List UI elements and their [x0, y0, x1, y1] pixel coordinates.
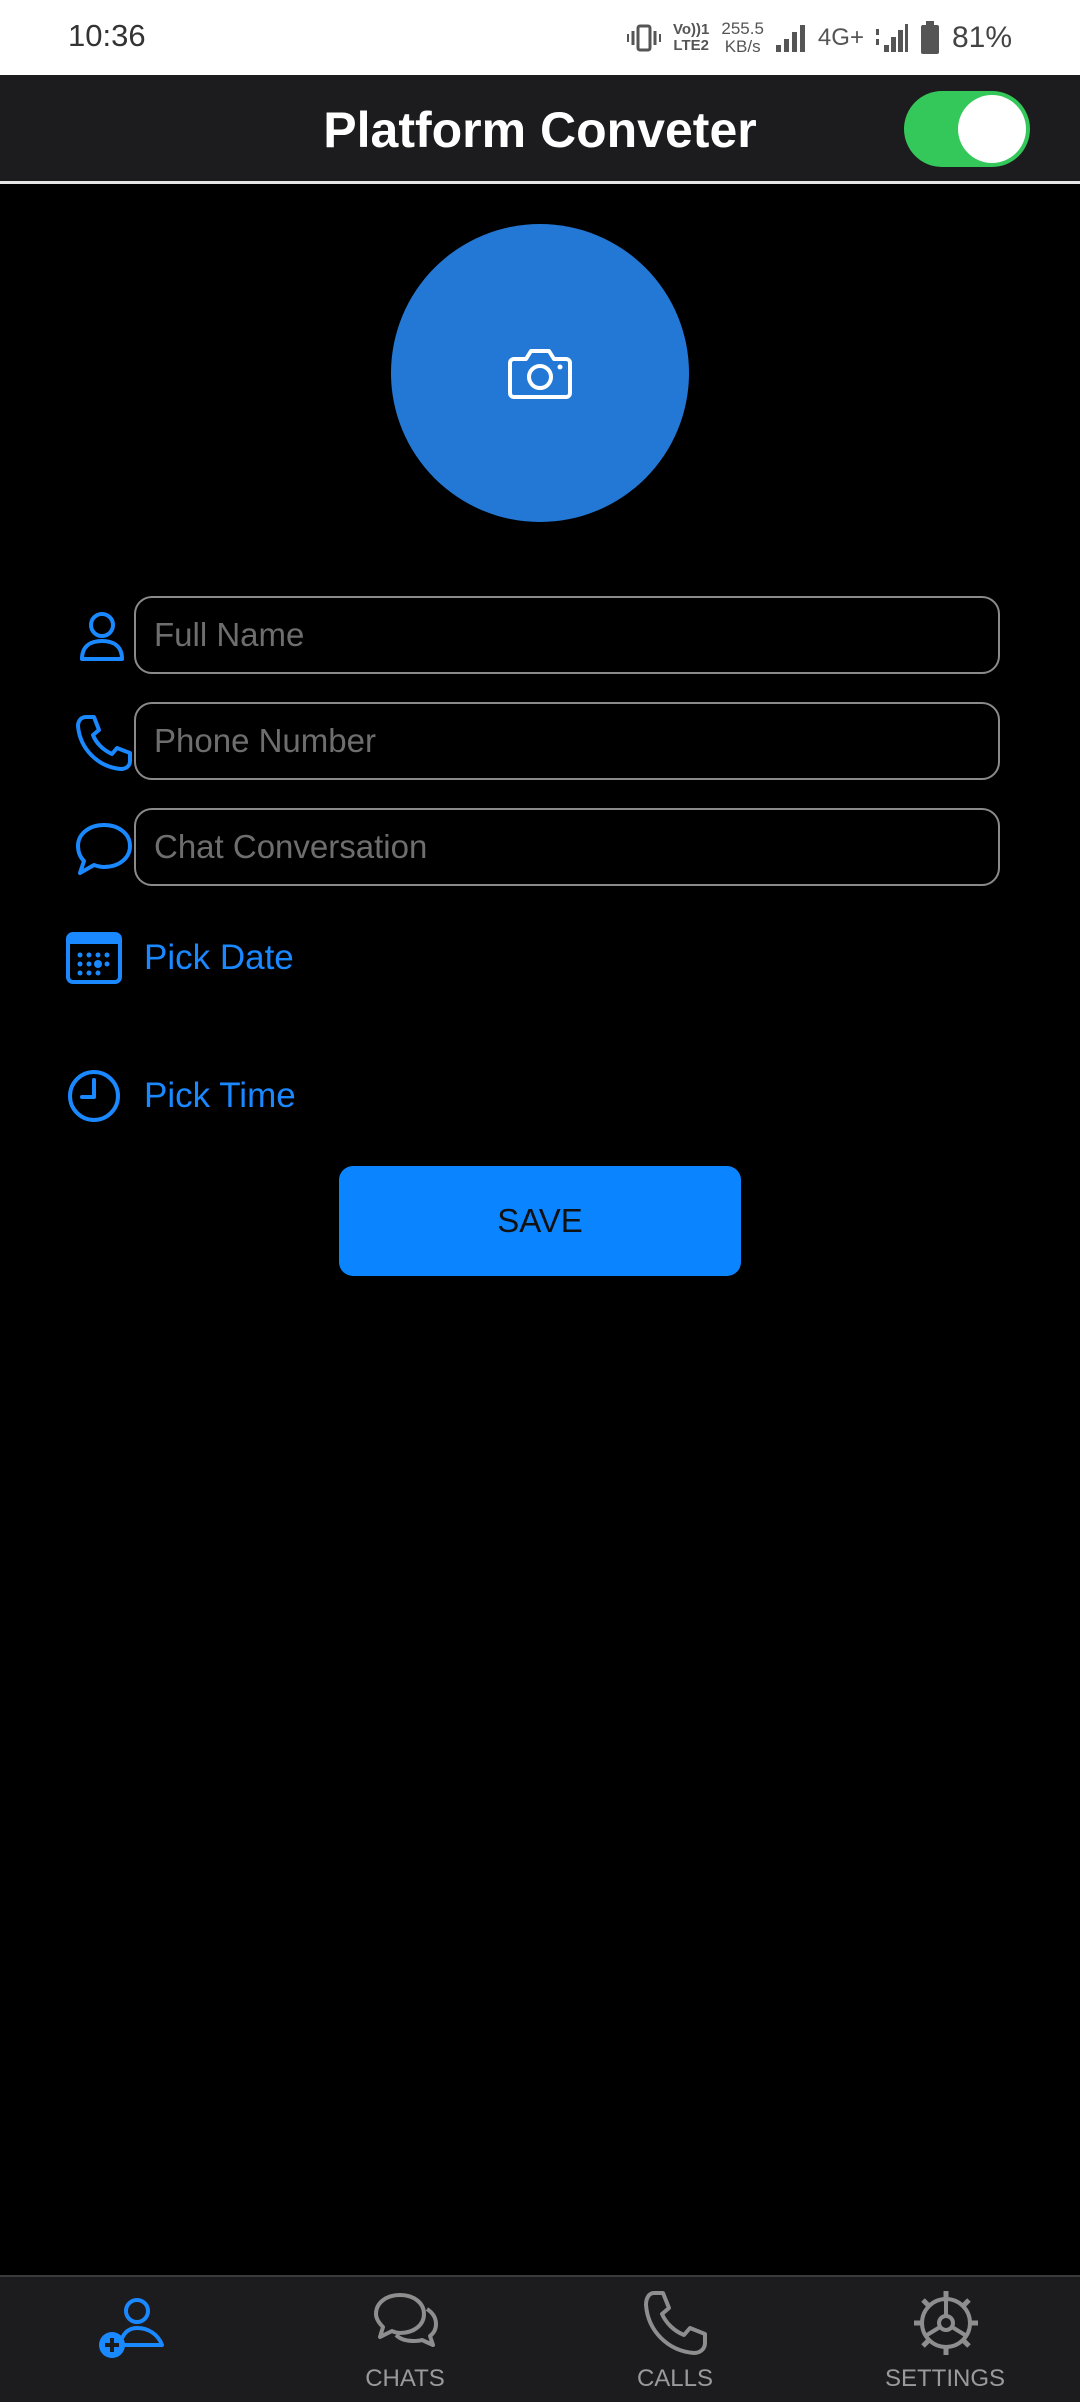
status-time: 10:36: [68, 18, 146, 53]
chat-conversation-input[interactable]: [134, 808, 1000, 886]
platform-toggle[interactable]: [904, 91, 1030, 167]
full-name-input[interactable]: [134, 596, 1000, 674]
network-type: 4G+: [817, 24, 864, 51]
nav-label-calls: CALLS: [636, 2365, 714, 2392]
chat-conversation-row: [0, 808, 1080, 890]
save-button[interactable]: SAVE: [339, 1166, 741, 1276]
calendar-icon: [66, 932, 122, 984]
battery-icon: [920, 21, 939, 54]
phone-icon: [644, 2291, 707, 2355]
nav-item-settings[interactable]: SETTINGS: [810, 2277, 1080, 2402]
bottom-nav: CHATS CALLS SETTINGS: [0, 2275, 1080, 2402]
pick-time-label: Pick Time: [144, 1076, 296, 1115]
volte-indicator: Vo))1 LTE2: [673, 22, 709, 54]
settings-icon: [914, 2291, 978, 2355]
signal-icon: [775, 25, 805, 52]
phone-icon: [76, 715, 132, 771]
chat-bubble-icon: [76, 823, 132, 875]
nav-item-add-contact[interactable]: [0, 2277, 270, 2402]
toggle-knob: [958, 95, 1026, 163]
signal-icon-2: [875, 24, 908, 52]
volte-line2: LTE2: [673, 37, 709, 54]
profile-photo-picker[interactable]: [391, 224, 689, 522]
full-name-row: [0, 596, 1080, 678]
chats-icon: [374, 2293, 438, 2347]
phone-number-row: [0, 702, 1080, 784]
vibrate-icon: [626, 24, 661, 52]
phone-number-input[interactable]: [134, 702, 1000, 780]
nav-item-calls[interactable]: CALLS: [540, 2277, 810, 2402]
clock-icon: [68, 1070, 120, 1122]
nav-item-chats[interactable]: CHATS: [270, 2277, 540, 2402]
pick-date-label: Pick Date: [144, 938, 294, 977]
pick-date-button[interactable]: Pick Date: [64, 926, 294, 990]
status-icons: Vo))1 LTE2 255.5 KB/s 4G+ 81%: [626, 14, 1012, 62]
person-icon: [80, 612, 124, 661]
pick-time-button[interactable]: Pick Time: [64, 1064, 296, 1128]
speed-unit: KB/s: [724, 37, 761, 56]
network-speed: 255.5 KB/s: [721, 20, 764, 56]
camera-icon: [508, 349, 572, 399]
add-user-icon: [99, 2298, 164, 2358]
battery-percent: 81%: [951, 21, 1012, 54]
app-bar: Platform Conveter: [0, 75, 1080, 184]
nav-label-chats: CHATS: [365, 2365, 445, 2392]
nav-label-settings: SETTINGS: [884, 2365, 1005, 2392]
volte-line1: Vo))1: [672, 21, 710, 38]
speed-value: 255.5: [721, 19, 764, 38]
status-bar: 10:36 Vo))1 LTE2 255.5 KB/s 4G+ 81%: [0, 0, 1080, 75]
